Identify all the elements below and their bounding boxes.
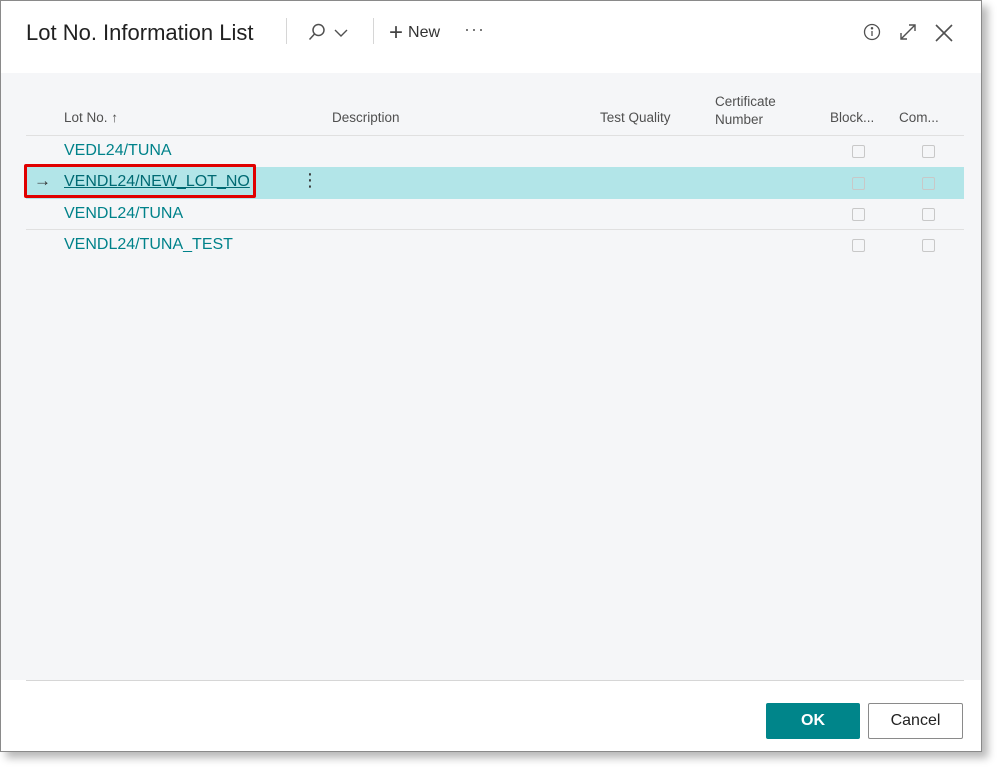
comment-checkbox[interactable] [922, 239, 935, 252]
search-icon[interactable] [306, 21, 328, 43]
comment-checkbox[interactable] [922, 208, 935, 221]
table-row-selected[interactable]: → VENDL24/NEW_LOT_NO ⋮ [26, 167, 964, 199]
column-header-test-quality[interactable]: Test Quality [600, 109, 671, 127]
blocked-checkbox[interactable] [852, 239, 865, 252]
blocked-checkbox[interactable] [852, 177, 865, 190]
page-title: Lot No. Information List [26, 20, 254, 45]
info-icon[interactable] [862, 22, 882, 42]
new-button[interactable]: + New [389, 21, 440, 45]
dialog-header: Lot No. Information List + New ··· [1, 1, 981, 73]
row-actions-icon[interactable]: ⋮ [301, 170, 319, 190]
lot-no-information-dialog: Lot No. Information List + New ··· Lot N… [0, 0, 982, 752]
more-actions-button[interactable]: ··· [464, 19, 485, 40]
blocked-checkbox[interactable] [852, 145, 865, 158]
header-divider [373, 18, 374, 44]
column-header-certificate-line1: Certificate [715, 94, 776, 109]
table-row[interactable]: VENDL24/TUNA_TEST [26, 230, 964, 261]
column-header-comment[interactable]: Com... [899, 109, 939, 127]
comment-checkbox[interactable] [922, 177, 935, 190]
column-header-certificate-number[interactable]: Certificate Number [715, 93, 776, 129]
column-header-description[interactable]: Description [332, 109, 400, 127]
header-divider [286, 18, 287, 44]
chevron-down-icon[interactable] [333, 25, 349, 41]
cancel-button[interactable]: Cancel [868, 703, 963, 739]
column-header-lot-no[interactable]: Lot No. ↑ [64, 109, 118, 127]
lot-no-link[interactable]: VENDL24/NEW_LOT_NO [64, 173, 250, 191]
ok-button[interactable]: OK [766, 703, 860, 739]
lot-no-link[interactable]: VEDL24/TUNA [64, 142, 172, 160]
column-header-certificate-line2: Number [715, 112, 764, 127]
current-row-arrow-icon: → [34, 171, 51, 190]
table-row[interactable]: VEDL24/TUNA [26, 136, 964, 167]
blocked-checkbox[interactable] [852, 208, 865, 221]
expand-icon[interactable] [898, 22, 918, 42]
footer-divider [26, 680, 964, 681]
new-button-label: New [408, 24, 441, 41]
table-row[interactable]: VENDL24/TUNA [26, 199, 964, 230]
plus-icon: + [389, 19, 404, 46]
close-icon[interactable] [933, 22, 955, 44]
list-area: Lot No. ↑ Description Test Quality Certi… [1, 73, 981, 680]
comment-checkbox[interactable] [922, 145, 935, 158]
lot-no-link[interactable]: VENDL24/TUNA_TEST [64, 236, 233, 254]
lot-no-link[interactable]: VENDL24/TUNA [64, 205, 183, 223]
column-header-blocked[interactable]: Block... [830, 109, 874, 127]
